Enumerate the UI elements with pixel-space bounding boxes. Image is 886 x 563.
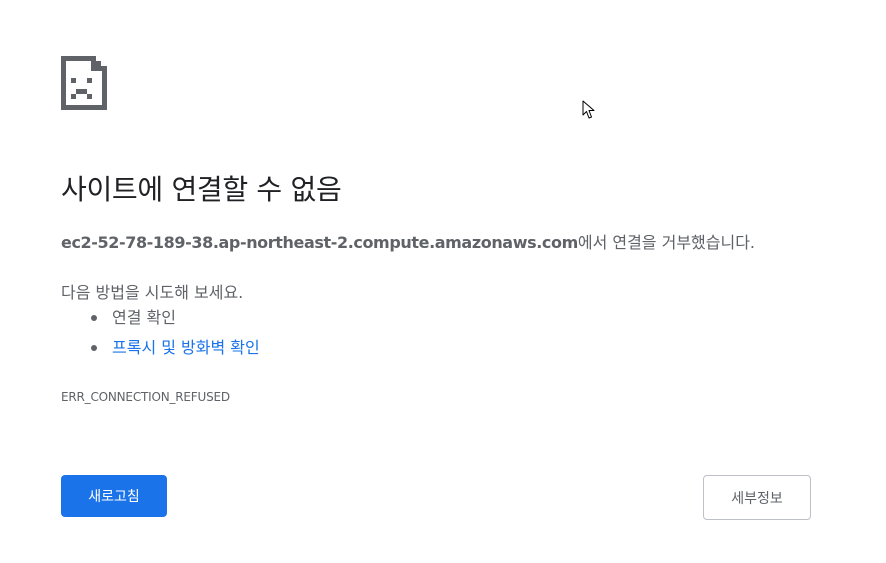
error-page: 사이트에 연결할 수 없음 ec2-52-78-189-38.ap-northe… (0, 0, 886, 563)
error-title: 사이트에 연결할 수 없음 (61, 173, 342, 206)
sad-page-icon (61, 56, 107, 110)
suggestions-heading: 다음 방법을 시도해 보세요. (61, 283, 244, 302)
mouse-pointer-icon (582, 100, 595, 119)
bullet-icon (91, 315, 97, 321)
error-code: ERR_CONNECTION_REFUSED (61, 390, 230, 404)
suggestions-list: 연결 확인 프록시 및 방화벽 확인 (61, 307, 260, 367)
suggestion-check-proxy-firewall: 프록시 및 방화벽 확인 (61, 337, 260, 367)
proxy-firewall-link[interactable]: 프록시 및 방화벽 확인 (112, 338, 260, 357)
details-button[interactable]: 세부정보 (703, 475, 811, 520)
suggestion-check-connection: 연결 확인 (61, 307, 260, 337)
error-summary: ec2-52-78-189-38.ap-northeast-2.compute.… (61, 229, 755, 253)
reload-button[interactable]: 새로고침 (61, 475, 167, 517)
bullet-icon (91, 345, 97, 351)
summary-suffix: 에서 연결을 거부했습니다. (577, 233, 756, 252)
suggestion-label: 연결 확인 (112, 308, 176, 327)
host-name: ec2-52-78-189-38.ap-northeast-2.compute.… (61, 233, 578, 252)
